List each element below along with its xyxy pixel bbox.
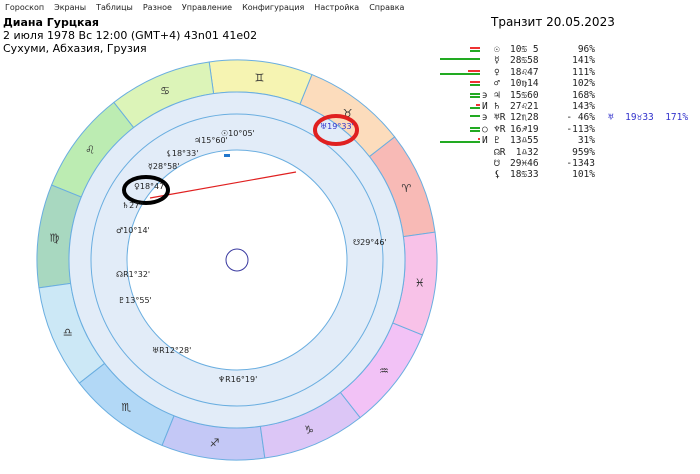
sign-glyph: ♈	[401, 182, 411, 195]
planet-uranus[interactable]: ♅R12°28'	[152, 346, 191, 355]
planet-mercury[interactable]: ☿28°58'	[148, 162, 179, 171]
planet-jupiter[interactable]: ♃15°60'	[194, 136, 228, 145]
sign-glyph: ♏	[121, 401, 131, 414]
planet-south-node[interactable]: ☋29°46'	[353, 238, 387, 247]
sign-glyph: ♊	[254, 71, 264, 84]
sign-glyph: ♎	[63, 326, 73, 339]
sign-glyph: ♑	[304, 423, 314, 436]
sign-glyph: ♒	[379, 365, 389, 378]
sign-glyph: ♋	[160, 85, 170, 98]
sign-glyph: ♐	[210, 437, 220, 450]
sign-glyph: ♍	[49, 232, 59, 245]
planet-neptune[interactable]: ♆R16°19'	[218, 375, 257, 384]
planet-venus[interactable]: ♀18°47'	[134, 182, 166, 191]
sign-glyph: ♓	[415, 276, 425, 289]
planet-lilith[interactable]: ⚸18°33'	[166, 149, 198, 158]
chart-wheel: ♈♉♊♋♌♍♎♏♐♑♒♓	[36, 59, 438, 461]
transit-uranus[interactable]: ♅19°33'	[320, 122, 354, 131]
planet-saturn[interactable]: ♄27°	[122, 201, 143, 210]
planet-mars[interactable]: ♂10°14'	[116, 226, 150, 235]
mc-marker	[224, 154, 230, 157]
sign-glyph: ♌	[85, 143, 95, 156]
planet-node[interactable]: ☊R1°32'	[116, 270, 150, 279]
planet-pluto[interactable]: ♇13°55'	[118, 296, 152, 305]
